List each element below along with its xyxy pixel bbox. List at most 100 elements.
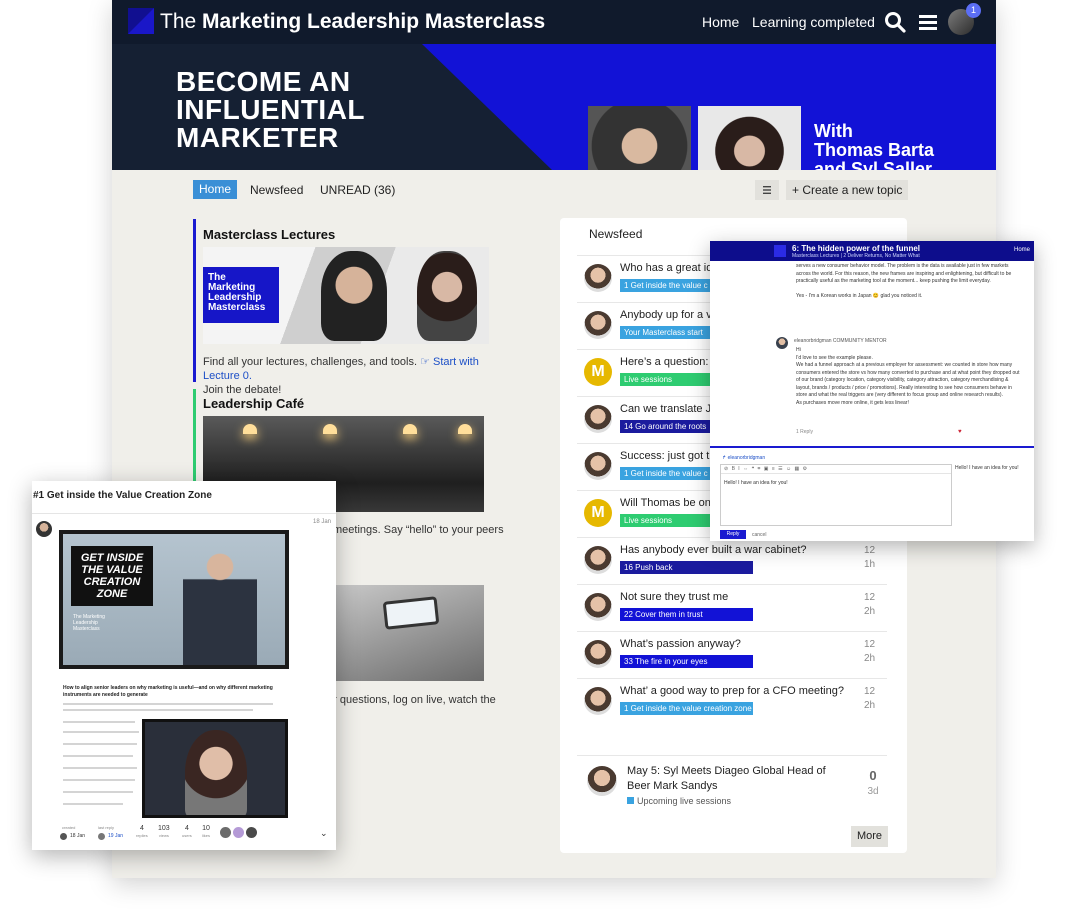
notification-badge[interactable]: 1	[966, 3, 981, 18]
lecture-heading: How to align senior leaders on why marke…	[63, 685, 273, 698]
nav-home[interactable]: Home	[702, 14, 739, 30]
text-line	[63, 767, 137, 769]
poster-avatar[interactable]	[584, 264, 612, 292]
participant-avatar[interactable]	[220, 827, 231, 838]
post-body: serves a new consumer behavior model. Th…	[796, 263, 1012, 284]
thomas-avatar[interactable]	[36, 521, 52, 537]
syl-saller-portrait	[417, 251, 477, 341]
video-sign: GET INSIDE THE VALUE CREATION ZONE	[71, 546, 153, 606]
activity-age: 2h	[863, 606, 876, 617]
poster-avatar[interactable]	[584, 640, 612, 668]
last-reply-date[interactable]: 19 Jan	[108, 833, 123, 839]
text-line	[63, 791, 133, 793]
topic-title[interactable]: Will Thomas be on A	[620, 497, 721, 509]
topic-title[interactable]: What’s passion anyway?	[620, 638, 741, 650]
topic-title[interactable]: Success: just got the	[620, 450, 722, 462]
screenshot-stage: The Marketing Leadership Masterclass Hom…	[0, 0, 1080, 910]
creator-avatar[interactable]	[60, 833, 67, 840]
last-reply-avatar[interactable]	[98, 833, 105, 840]
poster-avatar[interactable]	[584, 452, 612, 480]
app-logo[interactable]	[128, 8, 154, 34]
topic-title[interactable]: Has anybody ever built a war cabinet?	[620, 544, 807, 556]
editor-toolbar[interactable]: ⊘ B I ⇔ ❝ ⌗ ▣ ≡ ☰ ☺ ▦ ⚙	[721, 465, 951, 474]
cafe-category-description: meetings. Say “hello” to your peers	[333, 524, 504, 536]
category-tag[interactable]: 1 Get inside the value creation zone	[620, 702, 753, 715]
live-session-title[interactable]: May 5: Syl Meets Diageo Global Head of B…	[627, 764, 847, 794]
text-line	[63, 709, 253, 711]
lecture-overlay-window: #1 Get inside the Value Creation Zone 18…	[32, 481, 336, 850]
chevron-down-icon[interactable]: ⌄	[320, 828, 328, 839]
nav-learning-completed[interactable]: Learning completed	[752, 14, 875, 30]
activity-age: 2h	[863, 653, 876, 664]
reply-editor-input[interactable]: Hello! I have an idea for you!	[724, 480, 788, 486]
newsfeed-row[interactable]: What’ a good way to prep for a CFO meeti…	[577, 678, 887, 725]
reply-count: 12	[863, 686, 876, 697]
topic-logo[interactable]	[774, 245, 786, 257]
topic-title[interactable]: Can we translate Jap	[620, 403, 723, 415]
reply-button[interactable]: Reply	[720, 530, 746, 539]
category-tag[interactable]: 16 Push back	[620, 561, 753, 574]
thomas-barta-video	[183, 548, 257, 665]
app-title[interactable]: The Marketing Leadership Masterclass	[160, 10, 545, 34]
poster-avatar[interactable]: M	[584, 358, 612, 386]
cafe-category-title[interactable]: Leadership Café	[203, 396, 304, 411]
post-replies-count[interactable]: 1 Reply	[796, 429, 813, 435]
category-tag[interactable]: 22 Cover them in trust	[620, 608, 753, 621]
eleanor-avatar[interactable]	[776, 337, 788, 349]
live-category-image[interactable]	[334, 585, 484, 681]
live-session-category[interactable]: Upcoming live sessions	[627, 796, 731, 806]
topic-title[interactable]: Not sure they trust me	[620, 591, 728, 603]
tab-newsfeed[interactable]: Newsfeed	[250, 183, 303, 197]
created-label: created	[62, 825, 76, 830]
tab-unread[interactable]: UNREAD (36)	[320, 183, 395, 197]
lecture-video[interactable]: GET INSIDE THE VALUE CREATION ZONE The M…	[59, 530, 289, 669]
category-tag[interactable]: 33 The fire in your eyes	[620, 655, 753, 668]
poster-avatar[interactable]	[584, 405, 612, 433]
created-date: 18 Jan	[70, 833, 86, 839]
search-icon[interactable]	[884, 11, 906, 33]
syl-saller-video[interactable]	[142, 719, 288, 818]
like-heart-icon[interactable]: ♥	[958, 429, 962, 435]
divider	[32, 513, 336, 514]
lectures-category-image[interactable]: The Marketing Leadership Masterclass	[203, 247, 489, 344]
more-button[interactable]: More	[851, 826, 888, 847]
topic-title[interactable]: Anybody up for a virt	[620, 309, 721, 321]
text-line	[63, 743, 137, 745]
lecture-title[interactable]: #1 Get inside the Value Creation Zone	[33, 490, 212, 501]
create-topic-button[interactable]: + Create a new topic	[786, 180, 908, 200]
banner-headline: BECOME AN INFLUENTIAL MARKETER	[176, 66, 365, 153]
lectures-category-bar	[193, 219, 196, 382]
thomas-barta-portrait	[321, 251, 387, 341]
newsfeed-row[interactable]: Has anybody ever built a war cabinet? 16 …	[577, 537, 887, 584]
reply-to-user[interactable]: ↱ eleanorbridgman	[722, 455, 765, 461]
poster-avatar[interactable]	[584, 687, 612, 715]
topic-title[interactable]: Who has a great idea	[620, 262, 725, 274]
live-session-row[interactable]: May 5: Syl Meets Diageo Global Head of B…	[577, 755, 887, 811]
top-bar: The Marketing Leadership Masterclass Hom…	[112, 0, 996, 44]
newsfeed-row[interactable]: What’s passion anyway? 33 The fire in you…	[577, 631, 887, 678]
reply-count: 12	[863, 545, 876, 556]
topic-title[interactable]: What’ a good way to prep for a CFO meeti…	[620, 685, 844, 697]
hamburger-menu-icon[interactable]	[918, 12, 938, 32]
views-stat: 103 views	[158, 825, 170, 838]
newsfeed-row[interactable]: Not sure they trust me 22 Cover them in t…	[577, 584, 887, 631]
list-toggle-button[interactable]	[755, 180, 779, 200]
participant-avatar[interactable]	[246, 827, 257, 838]
topic-title[interactable]: 6: The hidden power of the funnel	[792, 244, 920, 253]
poster-avatar[interactable]	[584, 311, 612, 339]
video-brand: The Marketing Leadership Masterclass	[73, 614, 105, 632]
post-author[interactable]: eleanorbridgman COMMUNITY MENTOR	[794, 338, 887, 344]
poster-avatar[interactable]	[584, 546, 612, 574]
post-date: 18 Jan	[313, 519, 332, 525]
reply-editor[interactable]: ⊘ B I ⇔ ❝ ⌗ ▣ ≡ ☰ ☺ ▦ ⚙ Hello! I have an…	[720, 464, 952, 526]
participant-avatar[interactable]	[233, 827, 244, 838]
lectures-category-title[interactable]: Masterclass Lectures	[203, 227, 335, 242]
poster-avatar[interactable]: M	[584, 499, 612, 527]
topic-home-link[interactable]: Home	[1014, 247, 1030, 253]
poster-avatar[interactable]	[584, 593, 612, 621]
activity-age: 1h	[863, 559, 876, 570]
cancel-link[interactable]: cancel	[752, 532, 766, 538]
tab-home[interactable]: Home	[193, 180, 237, 199]
text-line	[63, 721, 135, 723]
topic-breadcrumb[interactable]: Masterclass Lectures | 2 Deliver Returns…	[792, 253, 920, 259]
